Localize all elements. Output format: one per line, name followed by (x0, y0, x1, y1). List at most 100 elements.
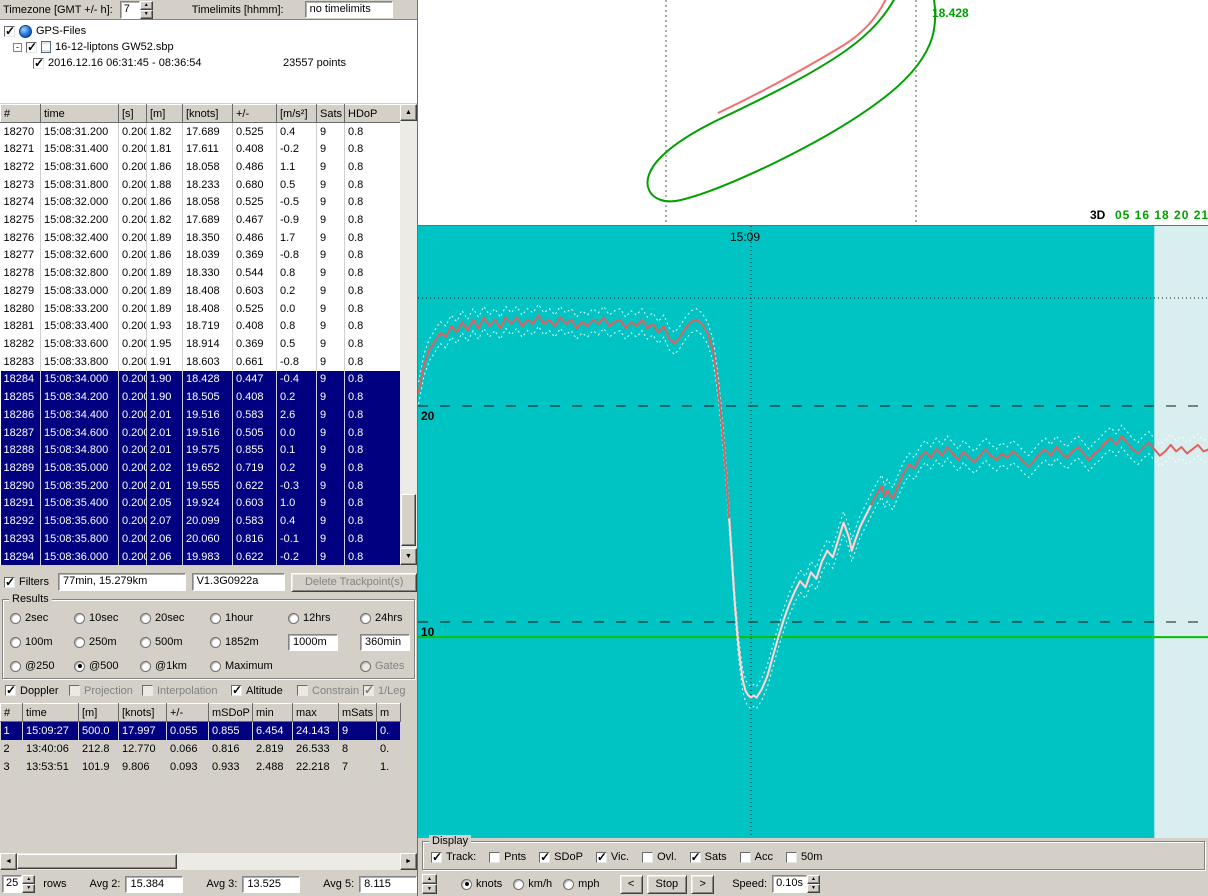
radio-button[interactable] (74, 661, 85, 672)
speed-chart[interactable]: 15:09 20 10 (418, 226, 1208, 838)
table-row[interactable]: 1828515:08:34.2000.2001.9018.5050.4080.2… (1, 388, 401, 406)
table-row[interactable]: 1828015:08:33.2000.2001.8918.4080.5250.0… (1, 300, 401, 318)
table-row[interactable]: 1827915:08:33.0000.2001.8918.4080.6030.2… (1, 282, 401, 300)
rows-value[interactable]: 25 (2, 875, 22, 893)
table-row[interactable]: 1828315:08:33.8000.2001.9118.6030.661-0.… (1, 353, 401, 371)
table-row[interactable]: 1827615:08:32.4000.2001.8918.3500.4861.7… (1, 229, 401, 247)
step-forward-button[interactable]: > (691, 875, 714, 894)
radio-button[interactable] (563, 879, 574, 890)
tree-item-file[interactable]: - 16-12-liptons GW52.sbp (0, 39, 417, 55)
checkbox-sdop[interactable]: SDoP (539, 851, 583, 863)
radio-button[interactable] (140, 661, 151, 672)
spin-up-icon[interactable]: ▲ (807, 875, 820, 884)
tree-item-gps-files[interactable]: GPS-Files (0, 23, 417, 39)
radio-button[interactable] (74, 613, 85, 624)
radio-button[interactable] (140, 613, 151, 624)
checkbox-doppler[interactable]: Doppler (5, 685, 69, 697)
column-header-msats[interactable]: mSats (339, 704, 377, 722)
timelimits-field[interactable]: no timelimits (305, 1, 393, 18)
column-header-s[interactable]: [s] (119, 105, 147, 123)
column-header-knots[interactable]: [knots] (119, 704, 167, 722)
rows-spin-arrows[interactable]: ▲▼ (22, 875, 35, 893)
step-back-button[interactable]: < (620, 875, 643, 894)
table-row[interactable]: 1827815:08:32.8000.2001.8918.3300.5440.8… (1, 264, 401, 282)
radio-250m[interactable]: 250m (74, 636, 140, 648)
table-row[interactable]: 1829315:08:35.8000.2002.0620.0600.816-0.… (1, 530, 401, 548)
stop-button[interactable]: Stop (647, 875, 688, 894)
checkbox[interactable] (489, 852, 500, 863)
radio-button[interactable] (10, 661, 21, 672)
scroll-right-icon[interactable]: ► (400, 853, 417, 870)
playback-speed-spinner[interactable]: 0.10s ▲▼ (772, 875, 820, 893)
column-header-max[interactable]: max (293, 704, 339, 722)
track-map-svg[interactable] (418, 0, 1208, 226)
playback-speed-value[interactable]: 0.10s (772, 875, 807, 893)
checkbox[interactable] (786, 852, 797, 863)
checkbox[interactable] (642, 852, 653, 863)
radio-button[interactable] (288, 613, 299, 624)
checkbox[interactable] (431, 852, 442, 863)
table-row[interactable]: 1829115:08:35.4000.2002.0519.9240.6031.0… (1, 495, 401, 513)
table-row[interactable]: 1829215:08:35.6000.2002.0720.0990.5830.4… (1, 512, 401, 530)
radio-button[interactable] (210, 637, 221, 648)
radio-1km[interactable]: @1km (140, 660, 210, 672)
radio-500[interactable]: @500 (74, 660, 140, 672)
column-header-knots[interactable]: [knots] (183, 105, 233, 123)
checkbox-sats[interactable]: Sats (690, 851, 727, 863)
spin-up-icon[interactable]: ▲ (22, 875, 35, 884)
table-row[interactable]: 1827515:08:32.2000.2001.8217.6890.467-0.… (1, 211, 401, 229)
filters-checkbox-group[interactable]: Filters (4, 576, 49, 588)
radio-2sec[interactable]: 2sec (10, 612, 74, 624)
horizontal-scrollbar[interactable]: ◄ ► (0, 853, 417, 870)
scrollbar-thumb[interactable] (401, 494, 416, 546)
timezone-spinner[interactable]: 7 ▲▼ (120, 1, 153, 19)
collapse-icon[interactable]: - (13, 43, 22, 52)
table-row[interactable]: 1827115:08:31.4000.2001.8117.6110.408-0.… (1, 140, 401, 158)
radio-button[interactable] (513, 879, 524, 890)
radio-10sec[interactable]: 10sec (74, 612, 140, 624)
table-row[interactable]: 1828715:08:34.6000.2002.0119.5160.5050.0… (1, 424, 401, 442)
table-row[interactable]: 1828815:08:34.8000.2002.0119.5750.8550.1… (1, 441, 401, 459)
value-input[interactable]: 360min (360, 634, 410, 651)
table-row[interactable]: 313:53:51101.99.8060.0930.9332.48822.218… (1, 758, 401, 776)
column-header-col-0[interactable]: # (1, 105, 41, 123)
checkbox[interactable] (539, 852, 550, 863)
scroll-down-icon[interactable]: ▼ (400, 548, 417, 565)
column-header-m[interactable]: m (377, 704, 401, 722)
radio-250[interactable]: @250 (10, 660, 74, 672)
tree-root-label[interactable]: GPS-Files (36, 25, 86, 37)
radio-maximum[interactable]: Maximum (210, 660, 288, 672)
checkbox-track[interactable]: Track: (431, 851, 476, 863)
checkbox-acc[interactable]: Acc (740, 851, 773, 863)
spin-down-icon[interactable]: ▼ (807, 884, 820, 893)
column-header-col-0[interactable]: # (1, 704, 23, 722)
checkbox[interactable] (596, 852, 607, 863)
column-header-time[interactable]: time (41, 105, 119, 123)
spin-up-icon[interactable]: ▲ (140, 1, 153, 10)
radio-button[interactable] (10, 637, 21, 648)
timezone-spin-arrows[interactable]: ▲▼ (140, 1, 153, 19)
filters-checkbox[interactable] (4, 577, 15, 588)
radio-km-h[interactable]: km/h (513, 878, 552, 890)
column-header-min[interactable]: min (253, 704, 293, 722)
tree-file-label[interactable]: 16-12-liptons GW52.sbp (55, 41, 174, 53)
table-vertical-scrollbar[interactable]: ▲ ▼ (400, 104, 417, 565)
tree-checkbox[interactable] (26, 42, 37, 53)
scroll-left-icon[interactable]: ◄ (0, 853, 17, 870)
checkbox[interactable] (690, 852, 701, 863)
radio-button[interactable] (140, 637, 151, 648)
checkbox[interactable] (231, 685, 242, 696)
radio-button[interactable] (360, 613, 371, 624)
radio-button[interactable] (461, 879, 472, 890)
tree-session-label[interactable]: 2016.12.16 06:31:45 - 08:36:54 (48, 57, 202, 69)
checkbox-altitude[interactable]: Altitude (231, 685, 297, 697)
tree-item-session[interactable]: 2016.12.16 06:31:45 - 08:36:54 23557 poi… (0, 55, 417, 71)
version-field[interactable]: V1.3G0922a (192, 573, 286, 591)
table-row[interactable]: 1827015:08:31.2000.2001.8217.6890.5250.4… (1, 123, 401, 141)
radio-12hrs[interactable]: 12hrs (288, 612, 360, 624)
trackpoint-table[interactable]: #time[s][m][knots]+/-[m/s²]SatsHDoP 1827… (0, 104, 400, 565)
timezone-value[interactable]: 7 (120, 1, 140, 19)
table-row[interactable]: 1827415:08:32.0000.2001.8618.0580.525-0.… (1, 193, 401, 211)
radio-button[interactable] (10, 613, 21, 624)
radio-mph[interactable]: mph (563, 878, 599, 890)
